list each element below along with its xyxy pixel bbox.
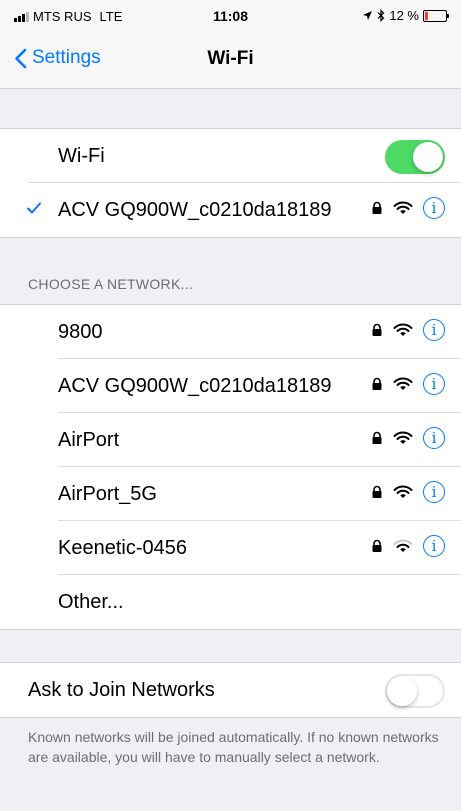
wifi-signal-icon bbox=[393, 201, 413, 214]
network-row[interactable]: AirPort i bbox=[0, 413, 461, 467]
network-name: 9800 bbox=[58, 320, 103, 343]
network-row[interactable]: ACV GQ900W_c0210da18189 i bbox=[0, 359, 461, 413]
info-button[interactable]: i bbox=[423, 535, 445, 557]
wifi-group: Wi-Fi ACV GQ900W_c0210da18189 i bbox=[0, 128, 461, 238]
status-bar: MTS RUS LTE 11:08 12 % bbox=[0, 0, 461, 30]
network-row[interactable]: 9800 i bbox=[0, 305, 461, 359]
ask-to-join-group: Ask to Join Networks bbox=[0, 662, 461, 718]
info-button[interactable]: i bbox=[423, 197, 445, 219]
network-row[interactable]: Keenetic-0456 i bbox=[0, 521, 461, 575]
wifi-label: Wi-Fi bbox=[58, 144, 105, 167]
network-name: Keenetic-0456 bbox=[58, 536, 187, 559]
network-name: AirPort_5G bbox=[58, 482, 157, 505]
other-network-row[interactable]: Other... bbox=[0, 575, 461, 629]
lock-icon bbox=[372, 431, 382, 444]
ask-to-join-label: Ask to Join Networks bbox=[28, 678, 215, 701]
wifi-signal-icon bbox=[393, 377, 413, 390]
info-button[interactable]: i bbox=[423, 427, 445, 449]
section-header-choose-network: CHOOSE A NETWORK... bbox=[28, 276, 194, 292]
status-right: 12 % bbox=[362, 8, 449, 23]
ask-to-join-description: Known networks will be joined automatica… bbox=[28, 729, 439, 765]
wifi-signal-icon bbox=[393, 323, 413, 336]
battery-icon bbox=[423, 9, 449, 22]
wifi-weak-signal-icon bbox=[393, 539, 413, 552]
networks-group: 9800 i ACV GQ900W_c0210da18189 i AirPort… bbox=[0, 304, 461, 630]
lock-icon bbox=[372, 377, 382, 390]
ask-to-join-toggle[interactable] bbox=[385, 674, 445, 708]
wifi-signal-icon bbox=[393, 485, 413, 498]
checkmark-icon bbox=[27, 202, 41, 214]
info-button[interactable]: i bbox=[423, 481, 445, 503]
info-button[interactable]: i bbox=[423, 373, 445, 395]
ask-to-join-row: Ask to Join Networks bbox=[0, 663, 461, 717]
network-name: AirPort bbox=[58, 428, 120, 451]
lock-icon bbox=[372, 323, 382, 336]
info-button[interactable]: i bbox=[423, 319, 445, 341]
wifi-toggle[interactable] bbox=[385, 140, 445, 174]
location-arrow-icon bbox=[363, 11, 373, 20]
navigation-bar: Settings Wi-Fi bbox=[0, 30, 461, 89]
page-title: Wi-Fi bbox=[207, 48, 254, 69]
network-row[interactable]: AirPort_5G i bbox=[0, 467, 461, 521]
bluetooth-icon bbox=[377, 9, 385, 22]
lock-icon bbox=[372, 201, 382, 214]
battery-percent: 12 % bbox=[389, 8, 419, 23]
lock-icon bbox=[372, 539, 382, 552]
lock-icon bbox=[372, 485, 382, 498]
wifi-signal-icon bbox=[393, 431, 413, 444]
connected-network-row[interactable]: ACV GQ900W_c0210da18189 i bbox=[0, 183, 461, 237]
connected-network-name: ACV GQ900W_c0210da18189 bbox=[58, 198, 332, 221]
other-network-label: Other... bbox=[58, 590, 124, 613]
wifi-toggle-row: Wi-Fi bbox=[0, 129, 461, 183]
network-name: ACV GQ900W_c0210da18189 bbox=[58, 374, 332, 397]
